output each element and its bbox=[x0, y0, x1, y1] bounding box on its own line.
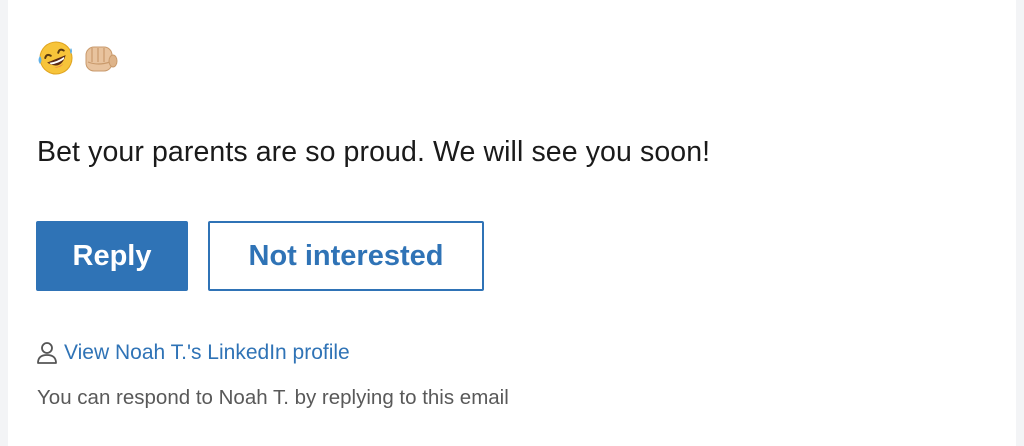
view-profile-link[interactable]: View Noah T.'s LinkedIn profile bbox=[36, 341, 350, 365]
email-body: Bet your parents are so proud. We will s… bbox=[8, 0, 1016, 446]
oncoming-fist-icon bbox=[80, 38, 120, 78]
emoji-row bbox=[36, 38, 120, 78]
not-interested-button[interactable]: Not interested bbox=[208, 221, 484, 291]
message-text: Bet your parents are so proud. We will s… bbox=[37, 136, 711, 168]
view-profile-link-text[interactable]: View Noah T.'s LinkedIn profile bbox=[64, 341, 350, 365]
reply-button[interactable]: Reply bbox=[36, 221, 188, 291]
person-icon bbox=[36, 341, 58, 365]
rolling-on-the-floor-laughing-icon bbox=[36, 38, 76, 78]
reply-instructions: You can respond to Noah T. by replying t… bbox=[37, 386, 509, 409]
